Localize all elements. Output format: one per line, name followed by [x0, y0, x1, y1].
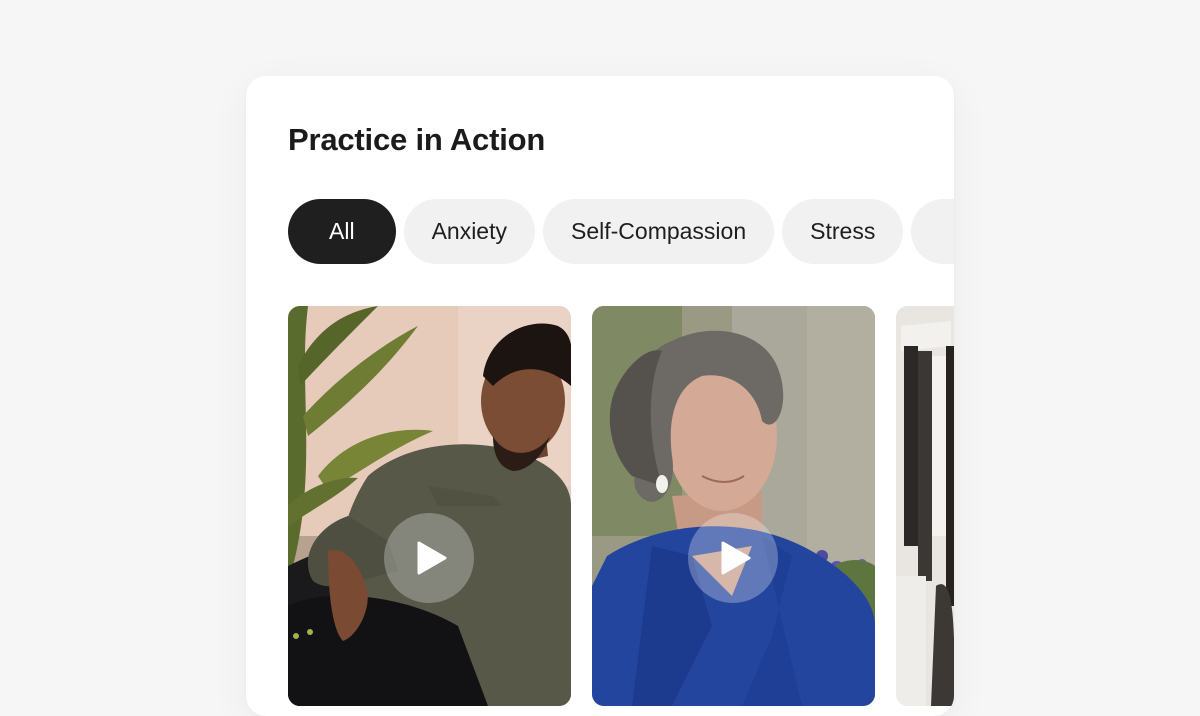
section-title: Practice in Action	[288, 122, 546, 157]
filter-chip-self-compassion[interactable]: Self-Compassion	[543, 199, 775, 264]
video-card-3[interactable]	[896, 306, 954, 706]
filter-chip-all[interactable]: All	[288, 199, 396, 264]
video-carousel	[288, 306, 954, 706]
filter-chip-stress[interactable]: Stress	[782, 199, 904, 264]
play-icon	[721, 541, 751, 575]
filter-chip-anxiety[interactable]: Anxiety	[403, 199, 535, 264]
play-icon	[417, 541, 447, 575]
video-card-2[interactable]	[592, 306, 875, 706]
play-button[interactable]	[384, 513, 474, 603]
video-thumbnail	[592, 306, 875, 706]
video-thumbnail	[288, 306, 571, 706]
practice-card: Practice in Action All Anxiety Self-Comp…	[246, 76, 954, 716]
play-button[interactable]	[688, 513, 778, 603]
video-card-1[interactable]	[288, 306, 571, 706]
filter-chip-more[interactable]	[911, 199, 954, 264]
filter-chips: All Anxiety Self-Compassion Stress	[288, 199, 954, 264]
video-thumbnail	[896, 306, 954, 706]
